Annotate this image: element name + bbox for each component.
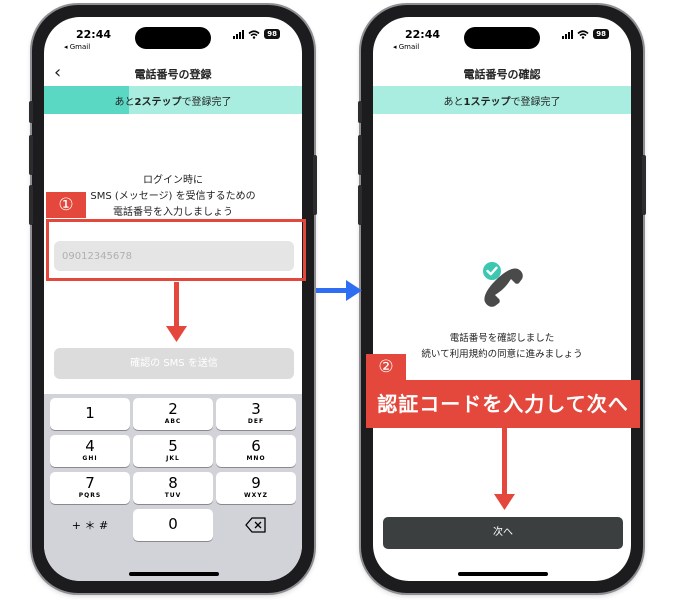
status-back-app[interactable]: ◂ Gmail [393,43,419,51]
key-4[interactable]: 4 GHI [50,435,130,467]
key-0[interactable]: 0 [133,509,213,541]
status-back-app[interactable]: ◂ Gmail [64,43,90,51]
key-delete[interactable] [216,509,296,541]
mute-button [29,101,33,123]
key-6[interactable]: 6 MNO [216,435,296,467]
transition-right-arrow [316,280,362,301]
next-button[interactable]: 次へ [383,517,623,549]
nav-bar: 電話番号の確認 [373,61,631,85]
home-indicator[interactable] [458,572,548,576]
power-button [313,155,317,215]
phone-check-icon [478,257,534,313]
nav-title: 電話番号の確認 [463,68,541,81]
key-8[interactable]: 8 TUV [133,472,213,504]
key-9[interactable]: 9 WXYZ [216,472,296,504]
left-phone-frame: 22:44 ◂ Gmail 98 ‹ 電話番号の登録 あと2ステップで登録完了 … [29,5,317,593]
dynamic-island [135,27,211,49]
progress-banner: あと1ステップで登録完了 [373,86,631,114]
battery-icon: 98 [593,29,609,39]
confirm-line-1: 電話番号を確認しました [449,333,555,344]
right-screen: 22:44 ◂ Gmail 98 電話番号の確認 あと1ステップで登録完了 電話… [373,17,631,581]
step1-badge: ① [46,192,86,218]
signal-icon [562,29,574,39]
progress-text: あと2ステップで登録完了 [114,97,232,108]
home-indicator[interactable] [129,572,219,576]
status-icons: 98 [233,29,280,39]
progress-text: あと1ステップで登録完了 [443,97,561,108]
send-sms-button[interactable]: 確認の SMS を送信 [54,348,294,379]
step2-badge: ② [366,354,406,380]
status-time: 22:44 [76,28,112,41]
left-screen: 22:44 ◂ Gmail 98 ‹ 電話番号の登録 あと2ステップで登録完了 … [44,17,302,581]
volume-down-button [358,185,362,225]
key-3[interactable]: 3 DEF [216,398,296,430]
right-phone-frame: 22:44 ◂ Gmail 98 電話番号の確認 あと1ステップで登録完了 電話… [358,5,646,593]
key-2[interactable]: 2 ABC [133,398,213,430]
status-time: 22:44 [405,28,441,41]
dynamic-island [464,27,540,49]
confirm-line-2: 続いて利用規約の同意に進みましょう [421,349,583,360]
wifi-icon [577,29,589,39]
step1-highlight-box [46,219,306,281]
power-button [642,155,646,215]
key-7[interactable]: 7 PQRS [50,472,130,504]
key-symbols[interactable]: + ＊ # [50,509,130,541]
numeric-keypad: 1 2 ABC 3 DEF 4 GHI 5 JKL 6 MNO 7 PQRS 8 TUV 9W… [44,394,302,581]
nav-title: 電話番号の登録 [134,68,212,81]
status-icons: 98 [562,29,609,39]
confirm-message: 電話番号を確認しました 続いて利用規約の同意に進みましょう [373,331,631,363]
key-1[interactable]: 1 [50,398,130,430]
progress-banner: あと2ステップで登録完了 [44,86,302,114]
volume-down-button [29,185,33,225]
delete-key-icon [245,517,266,533]
battery-icon: 98 [264,29,280,39]
signal-icon [233,29,245,39]
mute-button [358,101,362,123]
step2-banner: 認証コードを入力して次へ [366,380,640,428]
wifi-icon [248,29,260,39]
instruction-line-1: ログイン時に [143,175,203,186]
nav-bar: ‹ 電話番号の登録 [44,61,302,85]
volume-up-button [29,135,33,175]
key-5[interactable]: 5 JKL [133,435,213,467]
volume-up-button [358,135,362,175]
